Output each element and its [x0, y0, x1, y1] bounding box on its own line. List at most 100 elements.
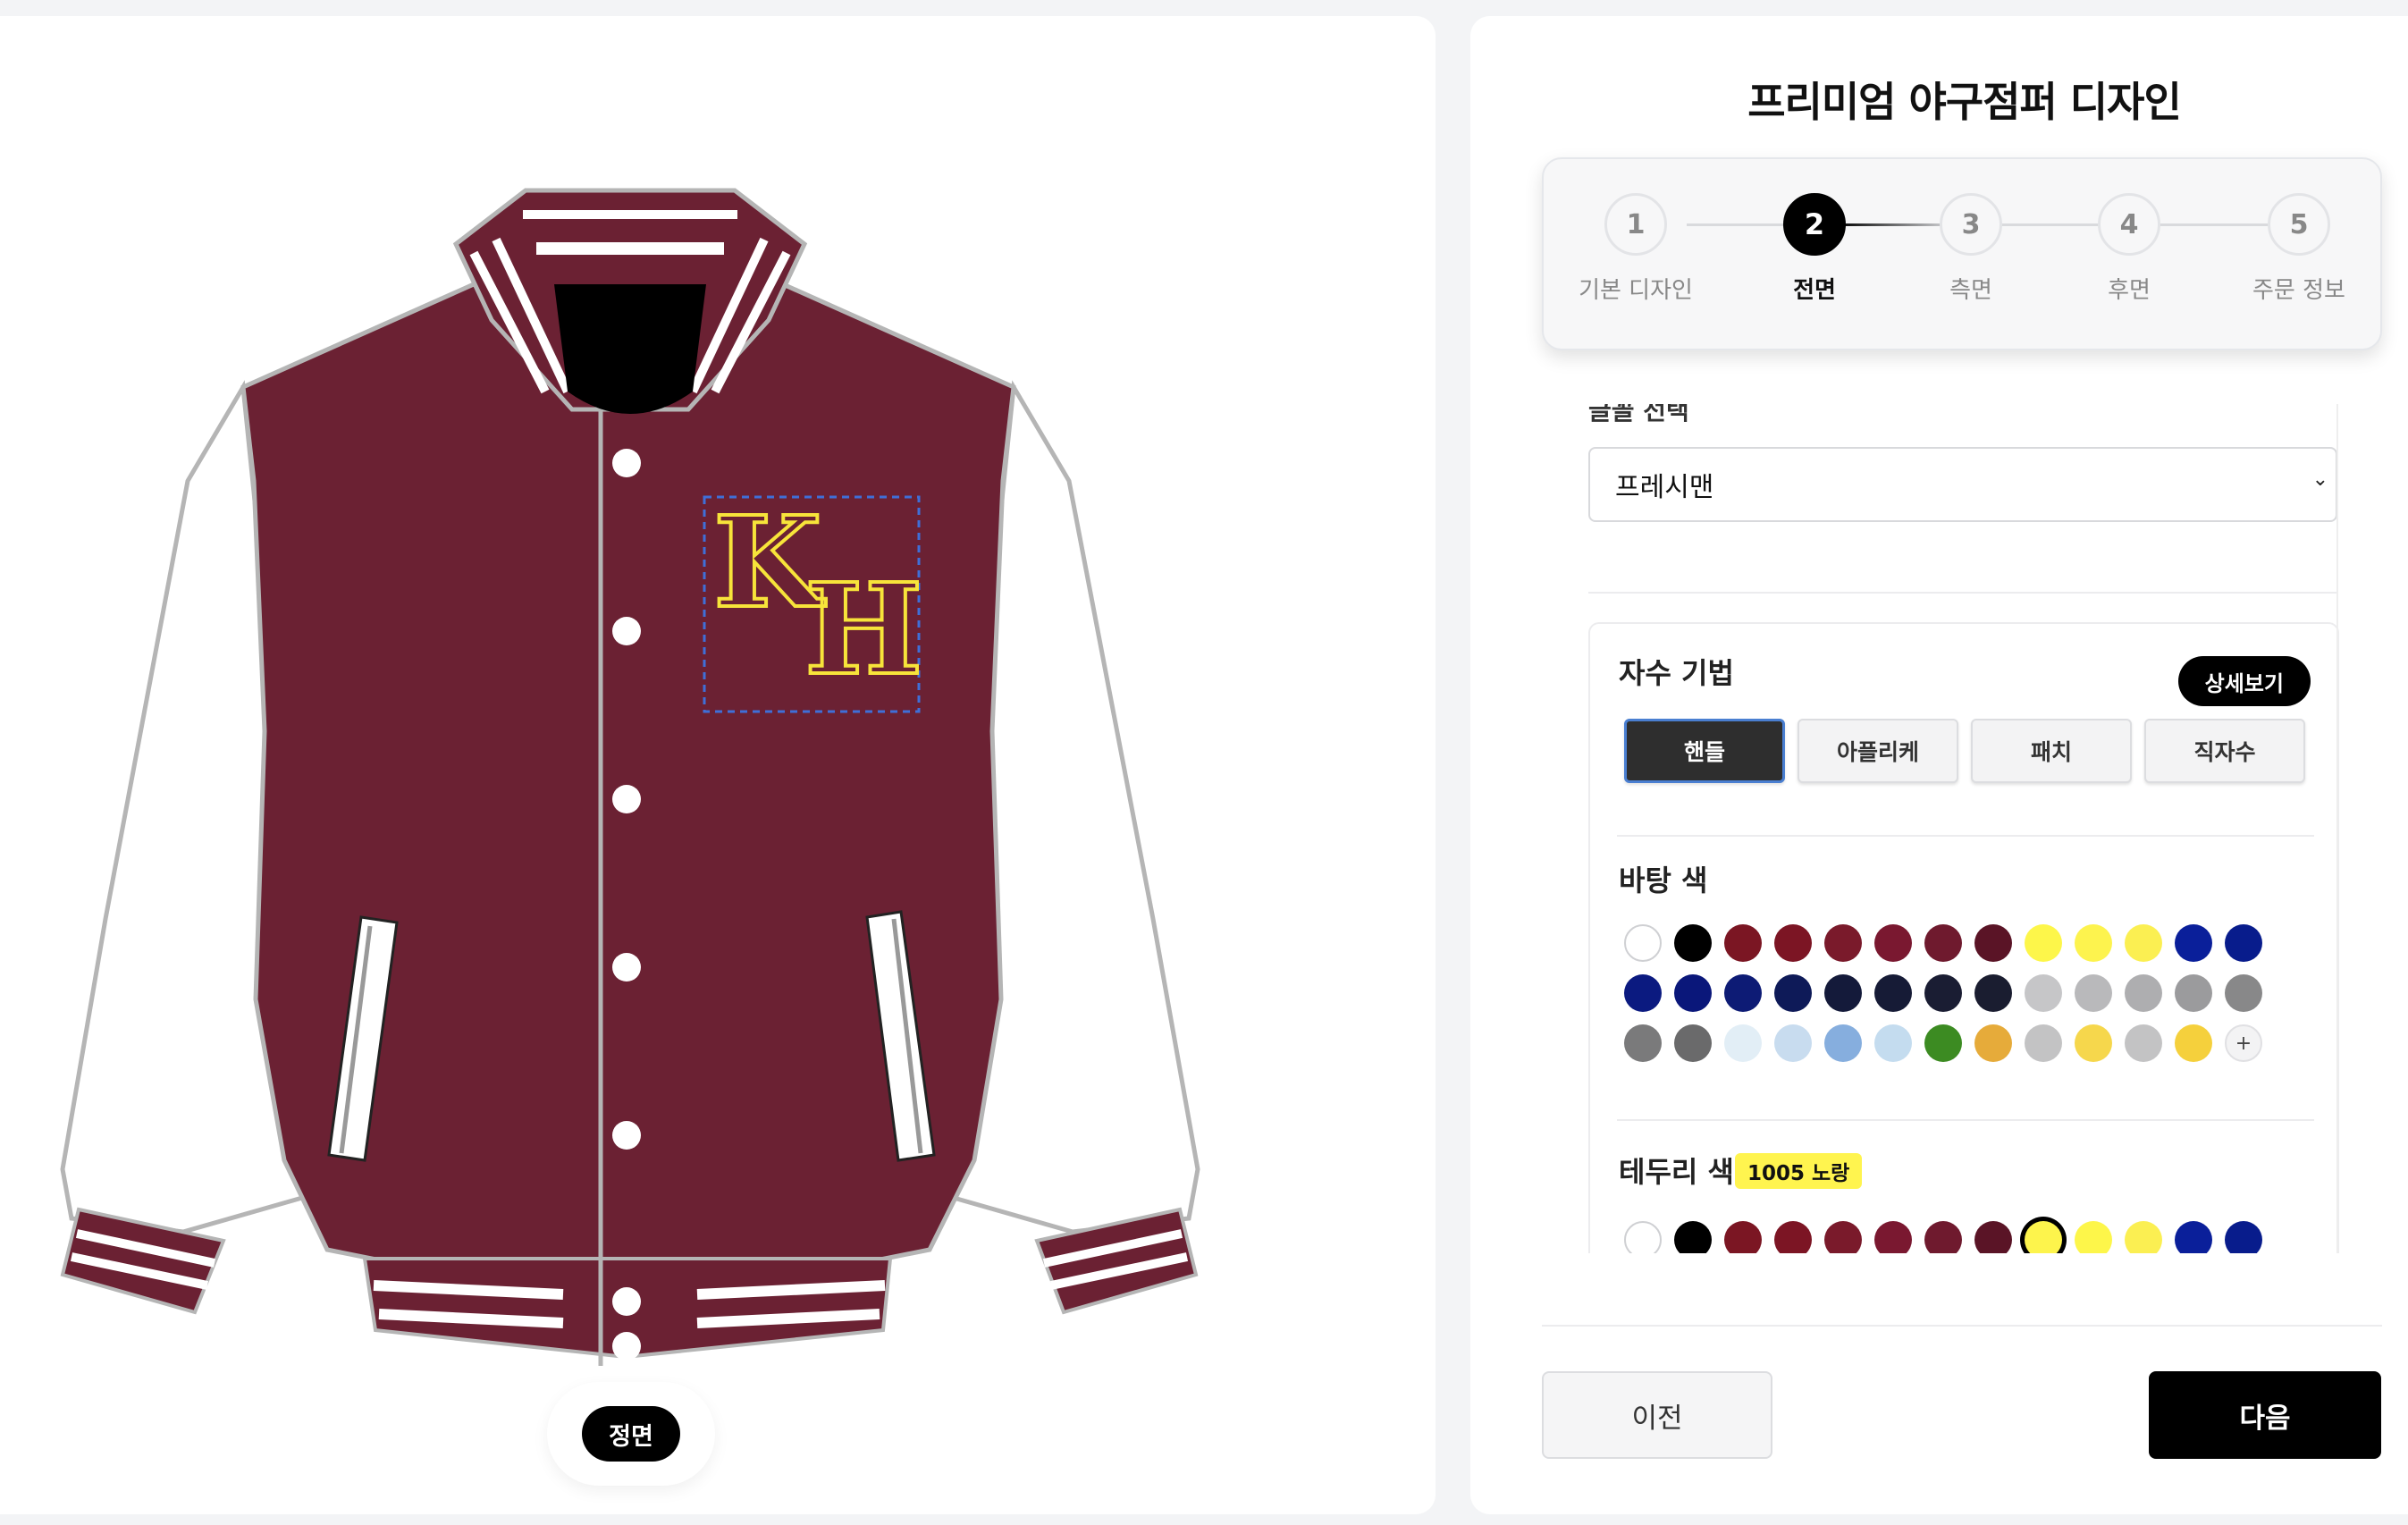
next-button[interactable]: 다음: [2149, 1371, 2381, 1459]
step-front[interactable]: 2 전면: [1730, 159, 1899, 305]
color-swatch[interactable]: [1774, 1221, 1812, 1253]
color-swatch[interactable]: [2225, 924, 2262, 962]
color-swatch[interactable]: [1824, 1024, 1862, 1062]
color-swatch[interactable]: [2175, 1024, 2212, 1062]
color-swatch[interactable]: [1874, 1024, 1912, 1062]
technique-options: 핸들 아플리케 패치 직자수: [1624, 719, 2305, 783]
color-swatch[interactable]: [1724, 1024, 1762, 1062]
selected-color-badge: 1005 노랑: [1735, 1153, 1863, 1189]
prev-button[interactable]: 이전: [1542, 1371, 1772, 1459]
color-swatch[interactable]: [1624, 924, 1662, 962]
color-swatch[interactable]: [1924, 1221, 1962, 1253]
color-swatch[interactable]: [2175, 1221, 2212, 1253]
color-swatch[interactable]: [2025, 1221, 2062, 1253]
color-swatch[interactable]: [1674, 1024, 1712, 1062]
color-swatch[interactable]: [1974, 974, 2012, 1012]
color-swatch[interactable]: [1824, 1221, 1862, 1253]
color-swatch[interactable]: [2075, 974, 2112, 1012]
step-order-info[interactable]: 5 주문 정보: [2214, 159, 2384, 305]
color-swatch[interactable]: [1774, 924, 1812, 962]
step-basic-design[interactable]: 1 기본 디자인: [1551, 159, 1721, 305]
color-swatch[interactable]: [2025, 1024, 2062, 1062]
base-color-swatches: +: [1624, 924, 2262, 1062]
color-swatch[interactable]: [1924, 1024, 1962, 1062]
color-swatch[interactable]: [1674, 974, 1712, 1012]
step-number: 5: [2268, 193, 2330, 256]
color-swatch[interactable]: [1624, 1024, 1662, 1062]
color-swatch[interactable]: [1674, 1221, 1712, 1253]
embroidery-card: 자수 기법 상세보기 핸들 아플리케 패치 직자수 바탕 색 + 테두리 색 1…: [1588, 622, 2339, 1253]
monogram-letter-h: H: [804, 557, 922, 704]
view-toggle: 정면: [547, 1382, 715, 1486]
color-swatch[interactable]: [2175, 974, 2212, 1012]
divider: [1617, 1119, 2314, 1121]
step-number: 1: [1604, 193, 1667, 256]
color-swatch[interactable]: [1774, 1024, 1812, 1062]
divider: [1617, 835, 2314, 837]
technique-patch[interactable]: 패치: [1971, 719, 2132, 783]
color-swatch[interactable]: [2125, 1024, 2162, 1062]
color-swatch[interactable]: [1874, 924, 1912, 962]
chevron-down-icon: ⌄: [2311, 468, 2328, 491]
snap-button: [612, 1332, 641, 1361]
technique-applique[interactable]: 아플리케: [1798, 719, 1958, 783]
step-number: 4: [2098, 193, 2160, 256]
color-swatch[interactable]: [1624, 974, 1662, 1012]
embroidery-title: 자수 기법: [1619, 656, 1734, 690]
color-swatch[interactable]: [1724, 1221, 1762, 1253]
technique-handle[interactable]: 핸들: [1624, 719, 1785, 783]
stepper: 1 기본 디자인 2 전면 3 측면 4 후면 5 주문 정보: [1542, 157, 2382, 350]
font-select-label: 글꼴 선택: [1588, 404, 1689, 425]
step-label: 기본 디자인: [1579, 277, 1693, 304]
color-swatch[interactable]: [1824, 924, 1862, 962]
scrollbar-track: [2336, 404, 2338, 1253]
divider: [1542, 1325, 2382, 1327]
snap-button: [612, 785, 641, 813]
detail-button[interactable]: 상세보기: [2177, 656, 2311, 706]
color-swatch[interactable]: [1974, 924, 2012, 962]
color-swatch[interactable]: [2225, 1221, 2262, 1253]
color-swatch[interactable]: [2125, 1221, 2162, 1253]
color-swatch[interactable]: [1974, 1221, 2012, 1253]
color-swatch[interactable]: [2025, 974, 2062, 1012]
color-swatch[interactable]: [2125, 924, 2162, 962]
snap-button: [612, 1287, 641, 1316]
color-swatch[interactable]: [2025, 924, 2062, 962]
color-swatch[interactable]: [1924, 924, 1962, 962]
step-label: 후면: [2108, 277, 2151, 304]
step-label: 측면: [1949, 277, 1992, 304]
border-color-title: 테두리 색: [1619, 1155, 1734, 1189]
color-swatch[interactable]: [1874, 974, 1912, 1012]
color-swatch[interactable]: [1874, 1221, 1912, 1253]
color-swatch[interactable]: [2075, 924, 2112, 962]
color-swatch[interactable]: [1974, 1024, 2012, 1062]
color-swatch[interactable]: [1624, 1221, 1662, 1253]
border-color-swatches: [1624, 1221, 2262, 1253]
step-label: 주문 정보: [2252, 277, 2345, 304]
color-swatch[interactable]: [1724, 924, 1762, 962]
step-back[interactable]: 4 후면: [2044, 159, 2214, 305]
color-swatch[interactable]: [2175, 924, 2212, 962]
preview-panel: K H 정면: [0, 16, 1436, 1514]
options-scroll-area[interactable]: 글꼴 선택 프레시맨 ⌄ 자수 기법 상세보기 핸들 아플리케 패치 직자수 바…: [1542, 404, 2364, 1253]
snap-button: [612, 953, 641, 982]
color-swatch[interactable]: [2075, 1221, 2112, 1253]
color-swatch[interactable]: [1924, 974, 1962, 1012]
add-color-button[interactable]: +: [2225, 1024, 2262, 1062]
step-side[interactable]: 3 측면: [1886, 159, 2056, 305]
font-select[interactable]: 프레시맨 ⌄: [1588, 447, 2337, 522]
snap-button: [612, 617, 641, 645]
technique-direct-embroidery[interactable]: 직자수: [2144, 719, 2305, 783]
color-swatch[interactable]: [1824, 974, 1862, 1012]
view-front-button[interactable]: 정면: [582, 1406, 680, 1462]
color-swatch[interactable]: [1774, 974, 1812, 1012]
step-label: 전면: [1793, 277, 1836, 304]
color-swatch[interactable]: [2125, 974, 2162, 1012]
color-swatch[interactable]: [2075, 1024, 2112, 1062]
color-swatch[interactable]: [2225, 974, 2262, 1012]
neck-opening: [554, 284, 706, 414]
snap-button: [612, 1121, 641, 1150]
color-swatch[interactable]: [1674, 924, 1712, 962]
divider: [1588, 592, 2337, 594]
color-swatch[interactable]: [1724, 974, 1762, 1012]
